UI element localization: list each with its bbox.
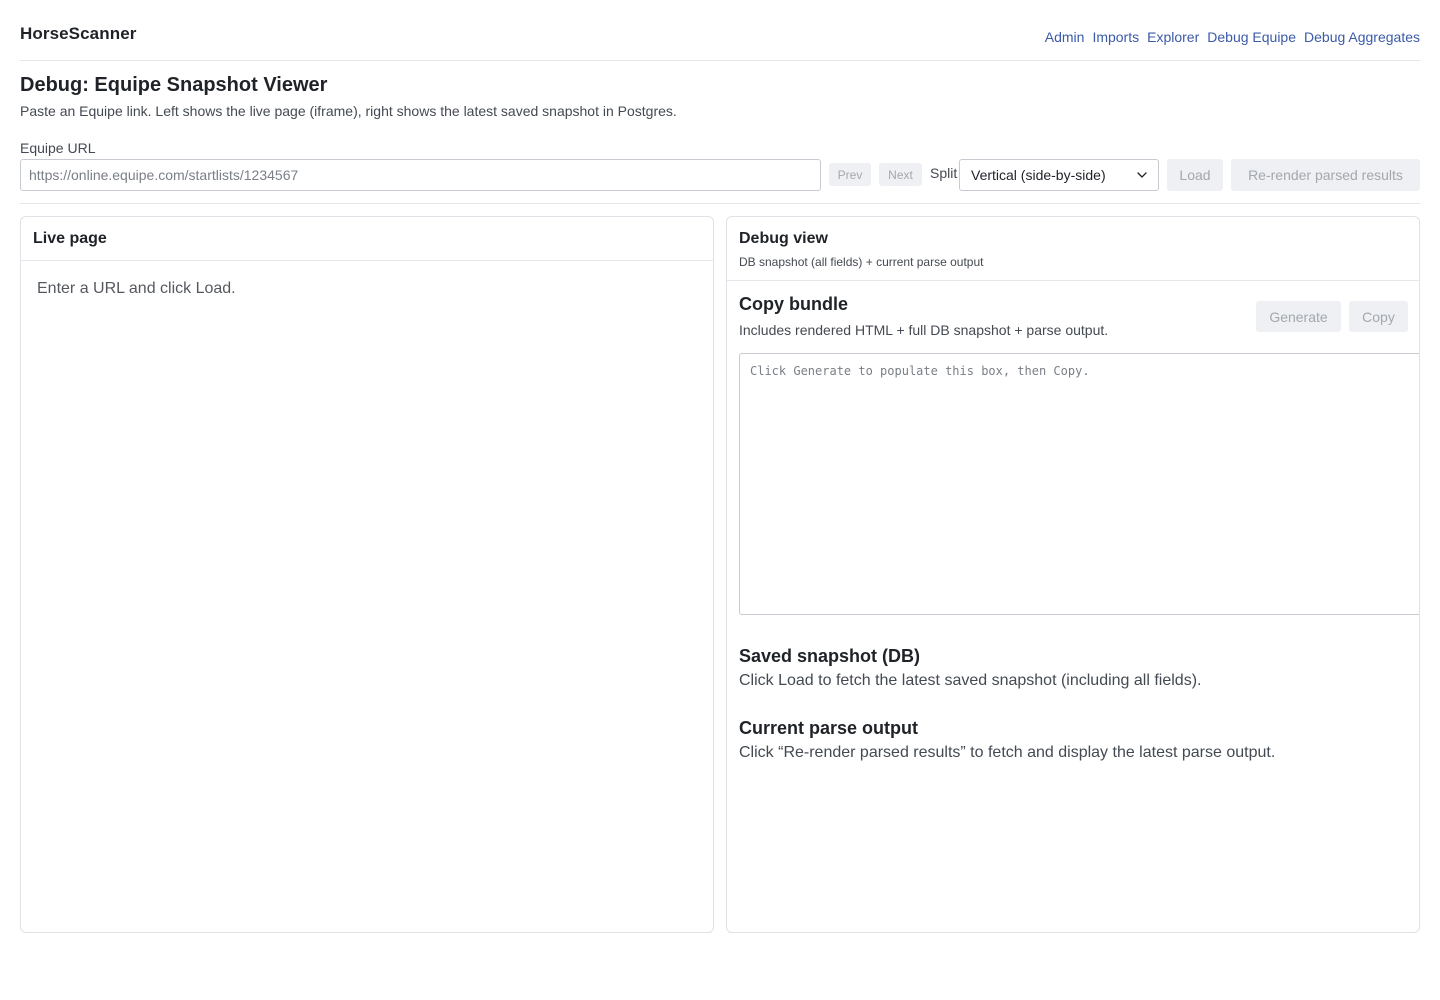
prev-button[interactable]: Prev: [829, 163, 871, 186]
live-page-panel-header: Live page: [21, 217, 713, 261]
live-page-empty-message: Enter a URL and click Load.: [37, 280, 236, 297]
debug-view-subtitle: DB snapshot (all fields) + current parse…: [739, 255, 984, 269]
copy-bundle-title: Copy bundle: [739, 294, 848, 314]
copy-bundle-description: Includes rendered HTML + full DB snapsho…: [739, 322, 1109, 338]
saved-snapshot-title: Saved snapshot (DB): [739, 646, 921, 666]
page-title: Debug: Equipe Snapshot Viewer: [20, 74, 328, 96]
split-label: Split: [930, 165, 958, 181]
debug-view-panel-header: Debug view DB snapshot (all fields) + cu…: [727, 217, 1419, 281]
live-page-title: Live page: [33, 230, 107, 247]
chevron-down-icon: [1137, 170, 1147, 180]
split-select[interactable]: Vertical (side-by-side): [959, 159, 1159, 191]
nav-link-imports[interactable]: Imports: [1092, 29, 1139, 45]
page-subtitle: Paste an Equipe link. Left shows the liv…: [20, 103, 677, 119]
debug-view-title: Debug view: [739, 230, 828, 247]
equipe-url-input[interactable]: [20, 159, 821, 191]
nav-link-explorer[interactable]: Explorer: [1147, 29, 1199, 45]
nav-link-debug-aggregates[interactable]: Debug Aggregates: [1304, 29, 1420, 45]
equipe-url-label: Equipe URL: [20, 140, 96, 156]
brand-logo-text[interactable]: HorseScanner: [20, 24, 136, 44]
copy-bundle-textarea[interactable]: [739, 353, 1419, 615]
nav-link-admin[interactable]: Admin: [1045, 29, 1085, 45]
section-divider: [20, 203, 1420, 204]
top-nav: Admin Imports Explorer Debug Equipe Debu…: [1045, 29, 1420, 45]
next-button[interactable]: Next: [879, 163, 922, 186]
top-bar: HorseScanner Admin Imports Explorer Debu…: [20, 0, 1420, 61]
split-select-value: Vertical (side-by-side): [971, 167, 1106, 183]
copy-button[interactable]: Copy: [1349, 301, 1408, 332]
live-page-panel: Live page Enter a URL and click Load.: [20, 216, 714, 933]
parse-output-text: Click “Re-render parsed results” to fetc…: [739, 744, 1276, 761]
debug-view-panel: Debug view DB snapshot (all fields) + cu…: [726, 216, 1420, 933]
saved-snapshot-text: Click Load to fetch the latest saved sna…: [739, 672, 1202, 689]
rerender-parsed-results-button[interactable]: Re-render parsed results: [1231, 159, 1420, 191]
parse-output-title: Current parse output: [739, 718, 919, 738]
generate-button[interactable]: Generate: [1256, 301, 1341, 332]
page: HorseScanner Admin Imports Explorer Debu…: [0, 0, 1440, 1000]
load-button[interactable]: Load: [1167, 159, 1223, 191]
nav-link-debug-equipe[interactable]: Debug Equipe: [1207, 29, 1296, 45]
